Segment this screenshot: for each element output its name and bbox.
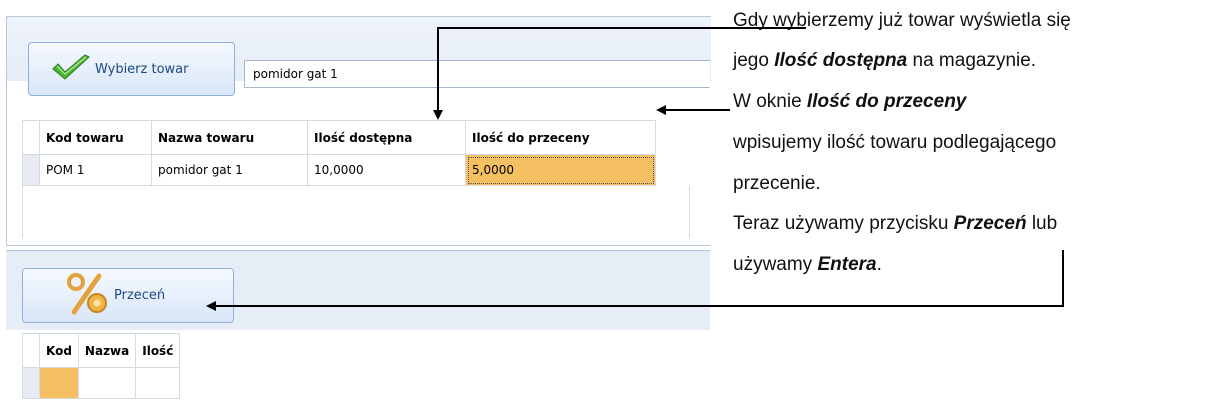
arrow-to-reprice-button [206,250,1064,311]
arrow-to-available-quantity [433,27,806,120]
callout-arrows [206,27,1064,311]
